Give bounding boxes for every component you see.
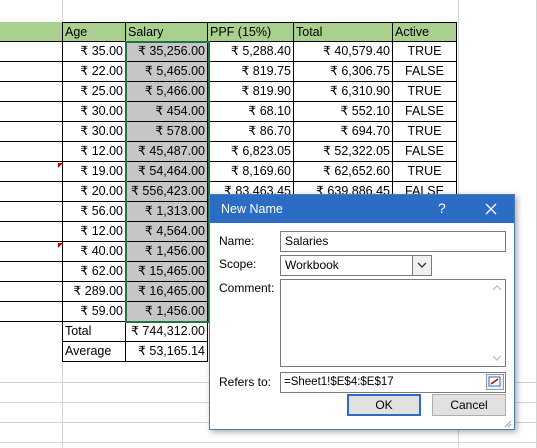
cell-age[interactable]: ₹ 56.00 <box>62 202 126 222</box>
ok-button[interactable]: OK <box>347 394 421 416</box>
close-icon[interactable] <box>476 197 506 221</box>
cell-active[interactable]: TRUE <box>393 82 457 102</box>
comment-label: Comment: <box>219 281 275 295</box>
cancel-button[interactable]: Cancel <box>432 394 506 416</box>
grid-line <box>0 442 537 443</box>
cell-age[interactable]: ₹ 20.00 <box>62 182 126 202</box>
cell-age[interactable]: ₹ 40.00 <box>62 242 126 262</box>
cell-age[interactable]: ₹ 22.00 <box>62 62 126 82</box>
summary-average-value[interactable]: ₹ 53,165.14 <box>126 342 208 362</box>
cell-total[interactable]: ₹ 52,322.05 <box>294 142 393 162</box>
cell-salary[interactable]: ₹ 15,465.00 <box>126 262 208 282</box>
cell-ppf[interactable]: ₹ 8,169.60 <box>208 162 294 182</box>
blank-cell[interactable] <box>0 302 62 322</box>
header-total[interactable]: Total <box>294 22 393 42</box>
cell-ppf[interactable]: ₹ 5,288.40 <box>208 42 294 62</box>
cell-active[interactable]: FALSE <box>393 142 457 162</box>
name-input[interactable]: Salaries <box>280 231 506 252</box>
dialog-title-bar[interactable]: New Name ? <box>210 195 514 223</box>
chevron-down-icon[interactable] <box>412 256 431 275</box>
cell-salary[interactable]: ₹ 1,456.00 <box>126 242 208 262</box>
cell-total[interactable]: ₹ 40,579.40 <box>294 42 393 62</box>
cell-ppf[interactable]: ₹ 86.70 <box>208 122 294 142</box>
cell-age[interactable]: ₹ 12.00 <box>62 222 126 242</box>
cell-ppf[interactable]: ₹ 6,823.05 <box>208 142 294 162</box>
cell-salary[interactable]: ₹ 578.00 <box>126 122 208 142</box>
blank-cell[interactable] <box>0 162 62 182</box>
cell-ppf[interactable]: ₹ 819.90 <box>208 82 294 102</box>
cell-salary[interactable]: ₹ 556,423.00 <box>126 182 208 202</box>
help-button[interactable]: ? <box>438 200 446 216</box>
cell-active[interactable]: TRUE <box>393 42 457 62</box>
dialog-title: New Name <box>221 202 283 216</box>
cell-salary[interactable]: ₹ 35,256.00 <box>126 42 208 62</box>
blank-cell[interactable] <box>0 202 62 222</box>
blank-cell[interactable] <box>0 182 62 202</box>
cell-salary[interactable]: ₹ 45,487.00 <box>126 142 208 162</box>
scope-value: Workbook <box>285 258 339 272</box>
cell-salary[interactable]: ₹ 1,313.00 <box>126 202 208 222</box>
cell-age[interactable]: ₹ 12.00 <box>62 142 126 162</box>
new-name-dialog: New Name ? Name: Salaries Scope: Workboo… <box>209 194 515 430</box>
cell-salary[interactable]: ₹ 5,466.00 <box>126 82 208 102</box>
summary-total-value[interactable]: ₹ 744,312.00 <box>126 322 208 342</box>
blank-cell[interactable] <box>0 62 62 82</box>
header-salary[interactable]: Salary <box>126 22 208 42</box>
cell-active[interactable]: FALSE <box>393 62 457 82</box>
cell-salary[interactable]: ₹ 54,464.00 <box>126 162 208 182</box>
comment-indicator[interactable] <box>58 243 63 248</box>
cell-age[interactable]: ₹ 289.00 <box>62 282 126 302</box>
cell-salary[interactable]: ₹ 5,465.00 <box>126 62 208 82</box>
cell-total[interactable]: ₹ 6,310.90 <box>294 82 393 102</box>
cell-age[interactable]: ₹ 30.00 <box>62 102 126 122</box>
refers-to-input[interactable]: =Sheet1!$E$4:$E$17 <box>280 372 506 393</box>
blank-cell[interactable] <box>0 102 62 122</box>
cell-age[interactable]: ₹ 25.00 <box>62 82 126 102</box>
header-ppf[interactable]: PPF (15%) <box>208 22 294 42</box>
summary-total-label[interactable]: Total <box>62 322 126 342</box>
cell-age[interactable]: ₹ 35.00 <box>62 42 126 62</box>
scope-select[interactable]: Workbook <box>280 255 432 276</box>
blank-cell[interactable] <box>0 82 62 102</box>
cell-age[interactable]: ₹ 30.00 <box>62 122 126 142</box>
blank-cell[interactable] <box>0 262 62 282</box>
blank-cell[interactable] <box>0 42 62 62</box>
cell-age[interactable]: ₹ 59.00 <box>62 302 126 322</box>
cell-active[interactable]: TRUE <box>393 162 457 182</box>
cell-active[interactable]: FALSE <box>393 102 457 122</box>
cell-salary[interactable]: ₹ 1,456.00 <box>126 302 208 322</box>
blank-cell[interactable] <box>0 282 62 302</box>
cell-total[interactable]: ₹ 6,306.75 <box>294 62 393 82</box>
cell-total[interactable]: ₹ 62,652.60 <box>294 162 393 182</box>
cell-total[interactable]: ₹ 552.10 <box>294 102 393 122</box>
cell-ppf[interactable]: ₹ 68.10 <box>208 102 294 122</box>
cell-total[interactable]: ₹ 694.70 <box>294 122 393 142</box>
cell-salary[interactable]: ₹ 454.00 <box>126 102 208 122</box>
summary-average-label[interactable]: Average <box>62 342 126 362</box>
header-blank-cell[interactable] <box>0 22 62 42</box>
cell-salary[interactable]: ₹ 16,465.00 <box>126 282 208 302</box>
collapse-dialog-icon[interactable] <box>486 374 504 390</box>
comment-indicator[interactable] <box>58 163 63 168</box>
scope-label: Scope: <box>219 257 257 271</box>
cell-ppf[interactable]: ₹ 819.75 <box>208 62 294 82</box>
cell-age[interactable]: ₹ 62.00 <box>62 262 126 282</box>
blank-cell[interactable] <box>0 142 62 162</box>
name-label: Name: <box>219 234 255 248</box>
cell-active[interactable]: TRUE <box>393 122 457 142</box>
cell-salary[interactable]: ₹ 4,564.00 <box>126 222 208 242</box>
refers-to-label: Refers to: <box>219 375 272 389</box>
header-age[interactable]: Age <box>62 22 126 42</box>
header-active[interactable]: Active <box>393 22 457 42</box>
blank-cell[interactable] <box>0 122 62 142</box>
resize-grip-icon[interactable] <box>502 417 512 428</box>
comment-scrollbar[interactable] <box>489 280 505 366</box>
cell-age[interactable]: ₹ 19.00 <box>62 162 126 182</box>
blank-cell[interactable] <box>0 242 62 262</box>
blank-cell[interactable] <box>0 222 62 242</box>
comment-textarea[interactable] <box>280 279 506 367</box>
